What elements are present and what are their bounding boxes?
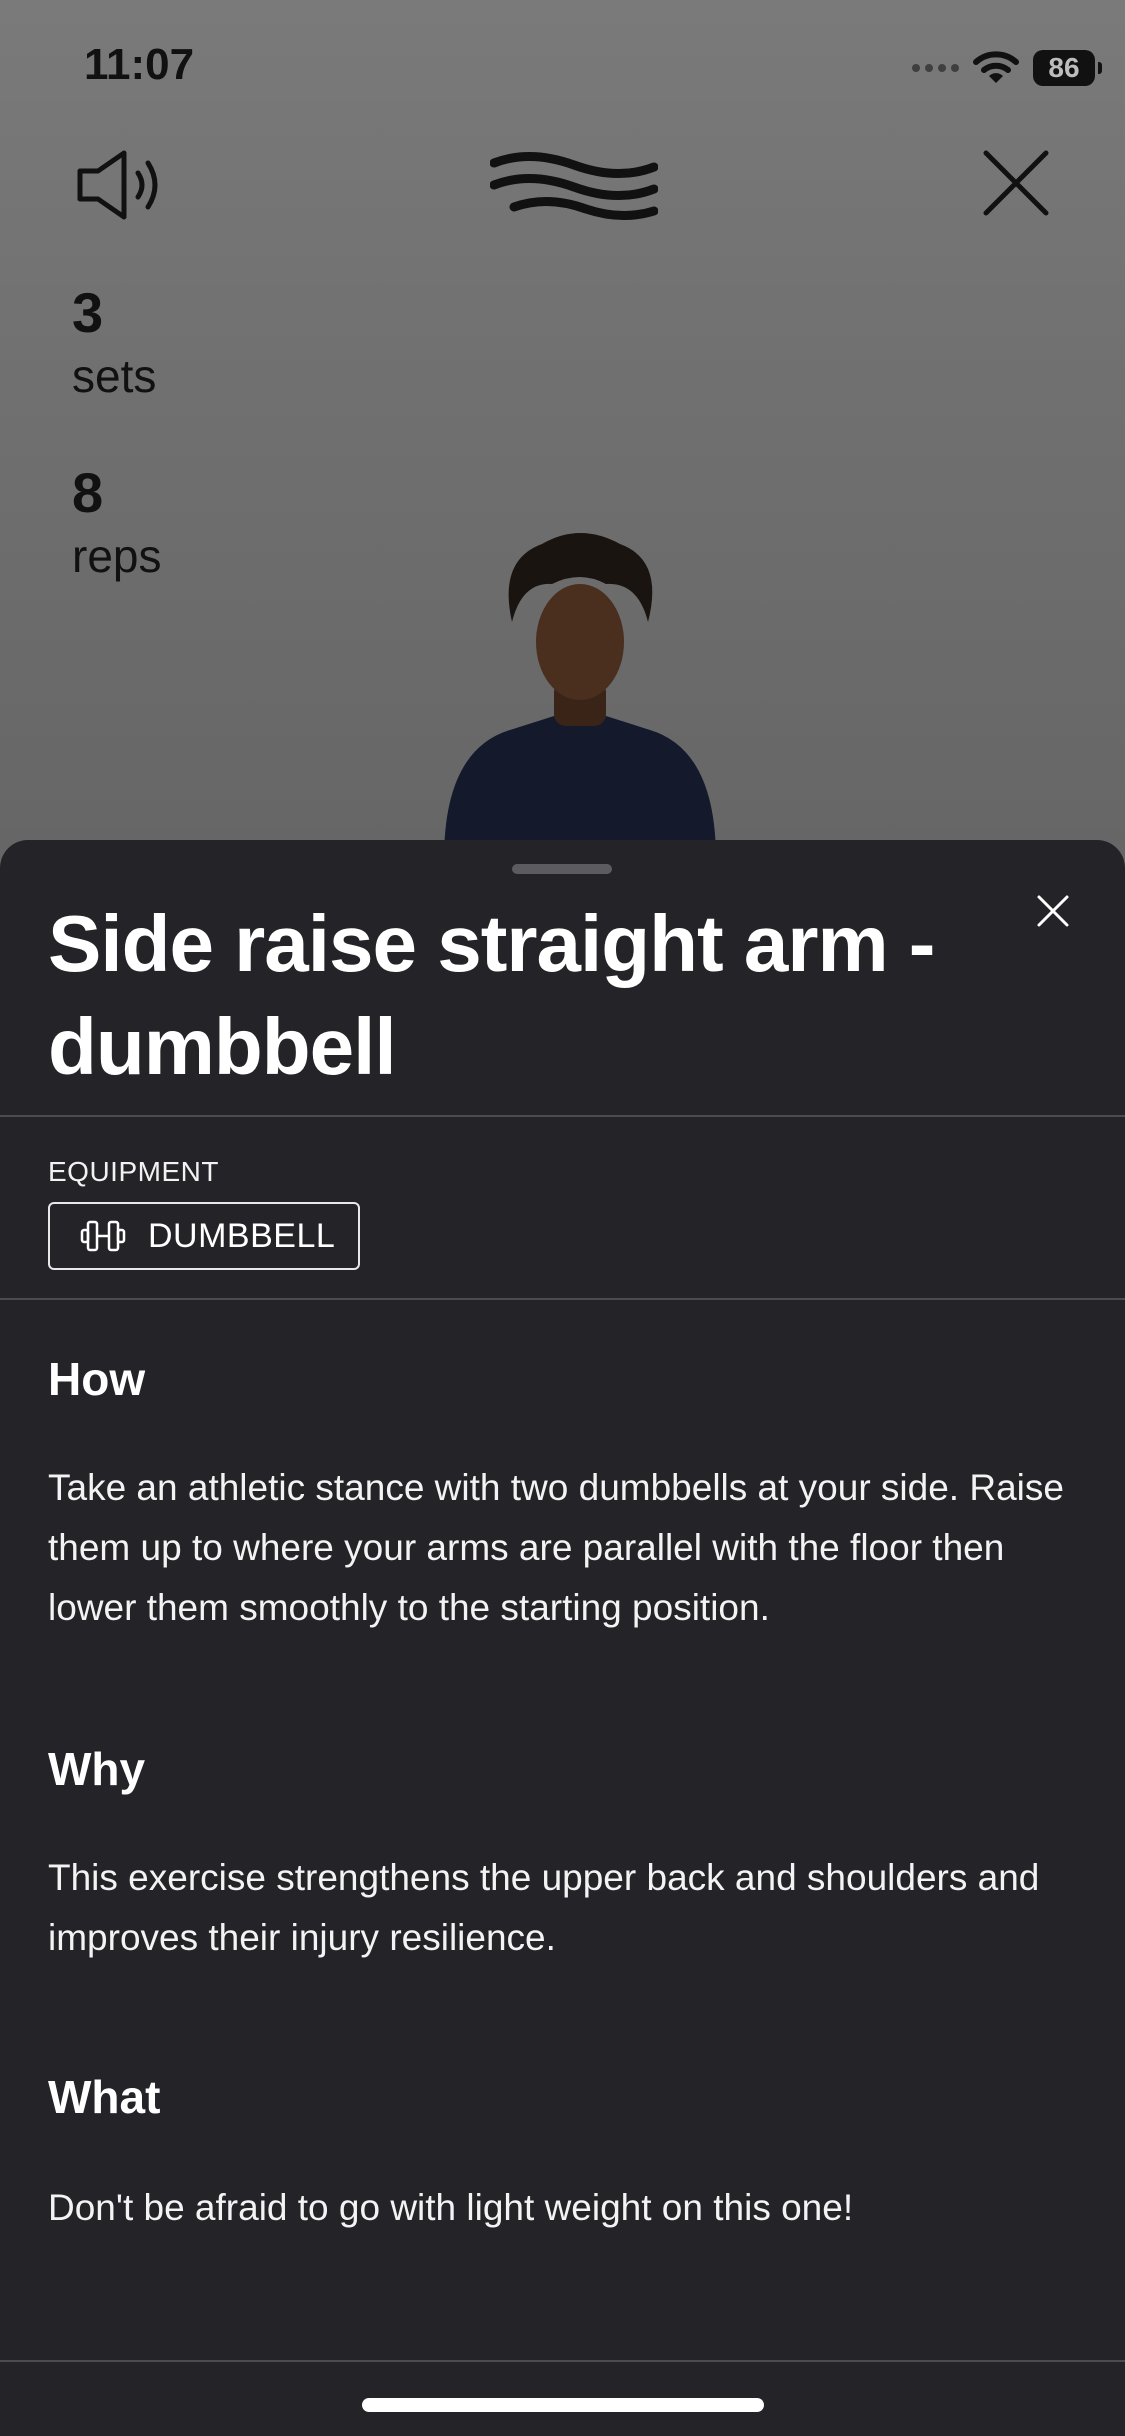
exercise-title: Side raise straight arm - dumbbell bbox=[48, 899, 935, 1091]
divider bbox=[0, 1115, 1125, 1117]
equipment-label: EQUIPMENT bbox=[48, 1156, 219, 1187]
brand-logo-icon bbox=[490, 152, 658, 221]
divider bbox=[0, 1298, 1125, 1300]
sets-label: sets bbox=[72, 350, 157, 402]
reps-label: reps bbox=[72, 530, 162, 582]
reps-value: 8 bbox=[72, 461, 104, 524]
section-body-what: Don't be afraid to go with light weight … bbox=[48, 2187, 854, 2228]
battery-level: 86 bbox=[1048, 52, 1080, 83]
reps-stat: 8 reps bbox=[72, 465, 161, 582]
section-heading-why: Why bbox=[48, 1743, 146, 1795]
exercise-details-sheet: Side raise straight arm - dumbbell EQUIP… bbox=[0, 840, 1125, 2436]
cellular-signal-icon bbox=[912, 64, 959, 72]
close-icon[interactable] bbox=[1035, 893, 1071, 929]
status-bar: 11:07 86 bbox=[0, 0, 1125, 135]
divider bbox=[0, 2360, 1125, 2362]
exercise-video-background: 11:07 86 3 sets 8 reps bbox=[0, 0, 1125, 860]
home-indicator[interactable] bbox=[362, 2398, 764, 2412]
dumbbell-icon bbox=[80, 1220, 126, 1252]
sets-stat: 3 sets bbox=[72, 285, 156, 402]
section-heading-what: What bbox=[48, 2071, 161, 2123]
sheet-grabber[interactable] bbox=[512, 864, 612, 874]
section-body-how: Take an athletic stance with two dumbbel… bbox=[48, 1467, 1064, 1628]
wifi-icon bbox=[973, 51, 1019, 83]
speaker-icon[interactable] bbox=[74, 147, 170, 223]
status-indicators: 86 bbox=[912, 46, 1102, 90]
sets-value: 3 bbox=[72, 281, 104, 344]
exercise-demonstrator-image bbox=[444, 533, 716, 860]
battery-icon: 86 bbox=[1033, 50, 1102, 86]
equipment-chip-label: DUMBBELL bbox=[148, 1216, 336, 1255]
section-body-why: This exercise strengthens the upper back… bbox=[48, 1857, 1040, 1958]
close-icon[interactable] bbox=[980, 147, 1052, 219]
section-heading-how: How bbox=[48, 1353, 146, 1405]
status-time: 11:07 bbox=[84, 40, 195, 89]
player-top-bar bbox=[0, 135, 1125, 225]
equipment-chip: DUMBBELL bbox=[48, 1202, 360, 1270]
